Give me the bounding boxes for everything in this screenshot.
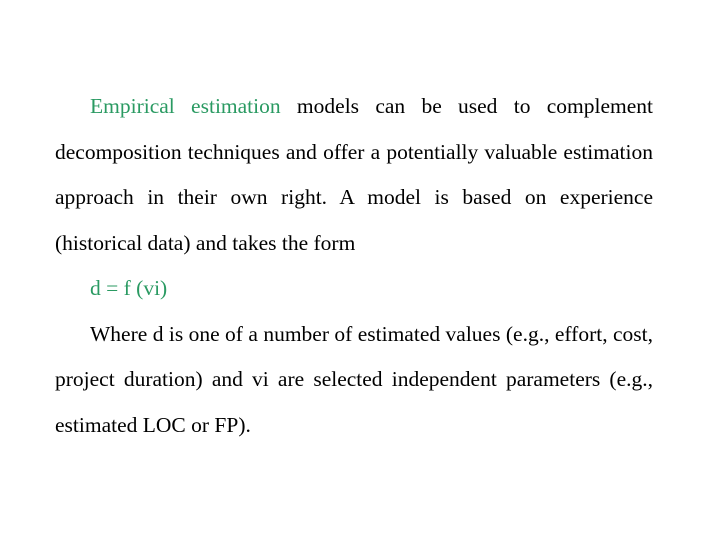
intro-paragraph: Empirical estimation models can be used …	[55, 84, 653, 266]
slide-body: Empirical estimation models can be used …	[55, 84, 653, 448]
definition-paragraph: Where d is one of a number of estimated …	[55, 321, 653, 437]
highlighted-term: Empirical estimation	[90, 94, 281, 118]
formula: d = f (vi)	[90, 276, 168, 300]
intro-paragraph-text: models can be used to complement decompo…	[55, 94, 654, 255]
